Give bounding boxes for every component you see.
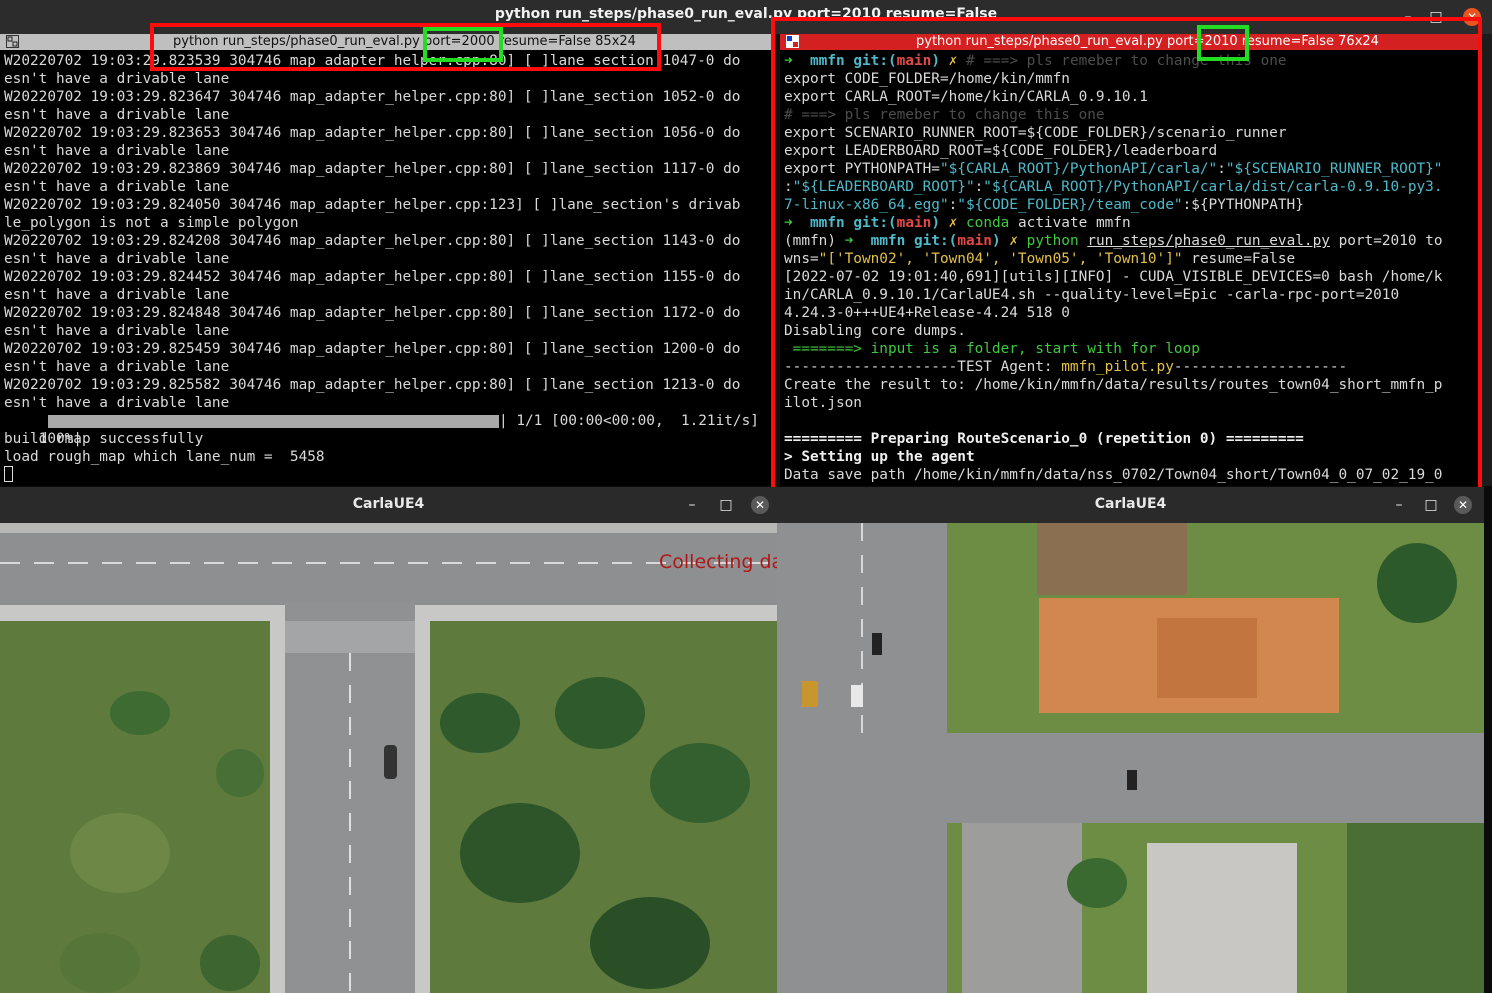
right-simulation-view[interactable] [777,523,1484,993]
terminal-line: W20220702 19:03:29.823647 304746 map_ada… [4,89,741,105]
left-carla-title: CarlaUE4 [352,496,425,512]
terminal-line: W20220702 19:03:29.824208 304746 map_ada… [4,233,741,249]
terminal-line: esn't have a drivable lane [4,107,230,123]
tile-icon[interactable] [6,35,19,48]
progress-rate: | 1/1 [00:00<00:00, 1.21it/s] [499,413,759,429]
right-scene-render [777,523,1484,993]
maximize-button[interactable]: □ [1421,496,1441,514]
terminal-cursor [4,466,13,482]
terminal-line: W20220702 19:03:29.823653 304746 map_ada… [4,125,741,141]
right-port-number-highlight [1197,25,1249,61]
ego-vehicle [384,745,397,779]
left-port-number-highlight [423,27,503,62]
terminal-line: esn't have a drivable lane [4,323,230,339]
left-terminal-pane[interactable]: python run_steps/phase0_run_eval.py port… [0,34,774,486]
right-terminal-highlight [771,17,1482,493]
close-button[interactable]: ✕ [1454,496,1472,514]
terminal-line-build: build rmap successfully [4,431,204,447]
terminal-line: esn't have a drivable lane [4,359,230,375]
left-simulation-view[interactable]: Collecting data now [0,523,777,993]
terminal-line: esn't have a drivable lane [4,251,230,267]
maximize-button[interactable]: □ [716,496,736,514]
minimize-button[interactable]: – [1389,496,1409,514]
terminal-line: esn't have a drivable lane [4,71,230,87]
terminal-line: esn't have a drivable lane [4,179,230,195]
terminal-line: W20220702 19:03:29.825582 304746 map_ada… [4,377,741,393]
terminal-line: esn't have a drivable lane [4,143,230,159]
progress-bar-fill [48,415,499,428]
terminal-line: esn't have a drivable lane [4,395,230,411]
terminal-line: le_polygon is not a simple polygon [4,215,299,231]
right-carla-titlebar: CarlaUE4 – □ ✕ [777,487,1484,523]
right-carla-title: CarlaUE4 [1094,496,1167,512]
close-button[interactable]: ✕ [751,496,769,514]
terminal-line: W20220702 19:03:29.824848 304746 map_ada… [4,305,741,321]
right-carla-window[interactable]: CarlaUE4 – □ ✕ [777,487,1484,993]
left-carla-titlebar: CarlaUE4 – □ ✕ [0,487,777,523]
terminal-line: esn't have a drivable lane [4,287,230,303]
left-port-highlight [150,23,661,71]
terminal-line-load: load rough_map which lane_num = 5458 [4,449,325,465]
left-terminal-output: W20220702 19:03:29.823539 304746 map_ada… [4,52,740,412]
progress-bar [48,415,499,428]
minimize-button[interactable]: – [682,496,702,514]
collecting-data-overlay: Collecting data now [659,551,777,573]
terminal-line: W20220702 19:03:29.824050 304746 map_ada… [4,197,741,213]
terminal-line: W20220702 19:03:29.824452 304746 map_ada… [4,269,741,285]
left-carla-window[interactable]: CarlaUE4 – □ ✕ Collecting d [0,487,777,993]
terminal-line: W20220702 19:03:29.825459 304746 map_ada… [4,341,741,357]
left-scene-render [0,523,777,993]
terminal-line: W20220702 19:03:29.823869 304746 map_ada… [4,161,741,177]
